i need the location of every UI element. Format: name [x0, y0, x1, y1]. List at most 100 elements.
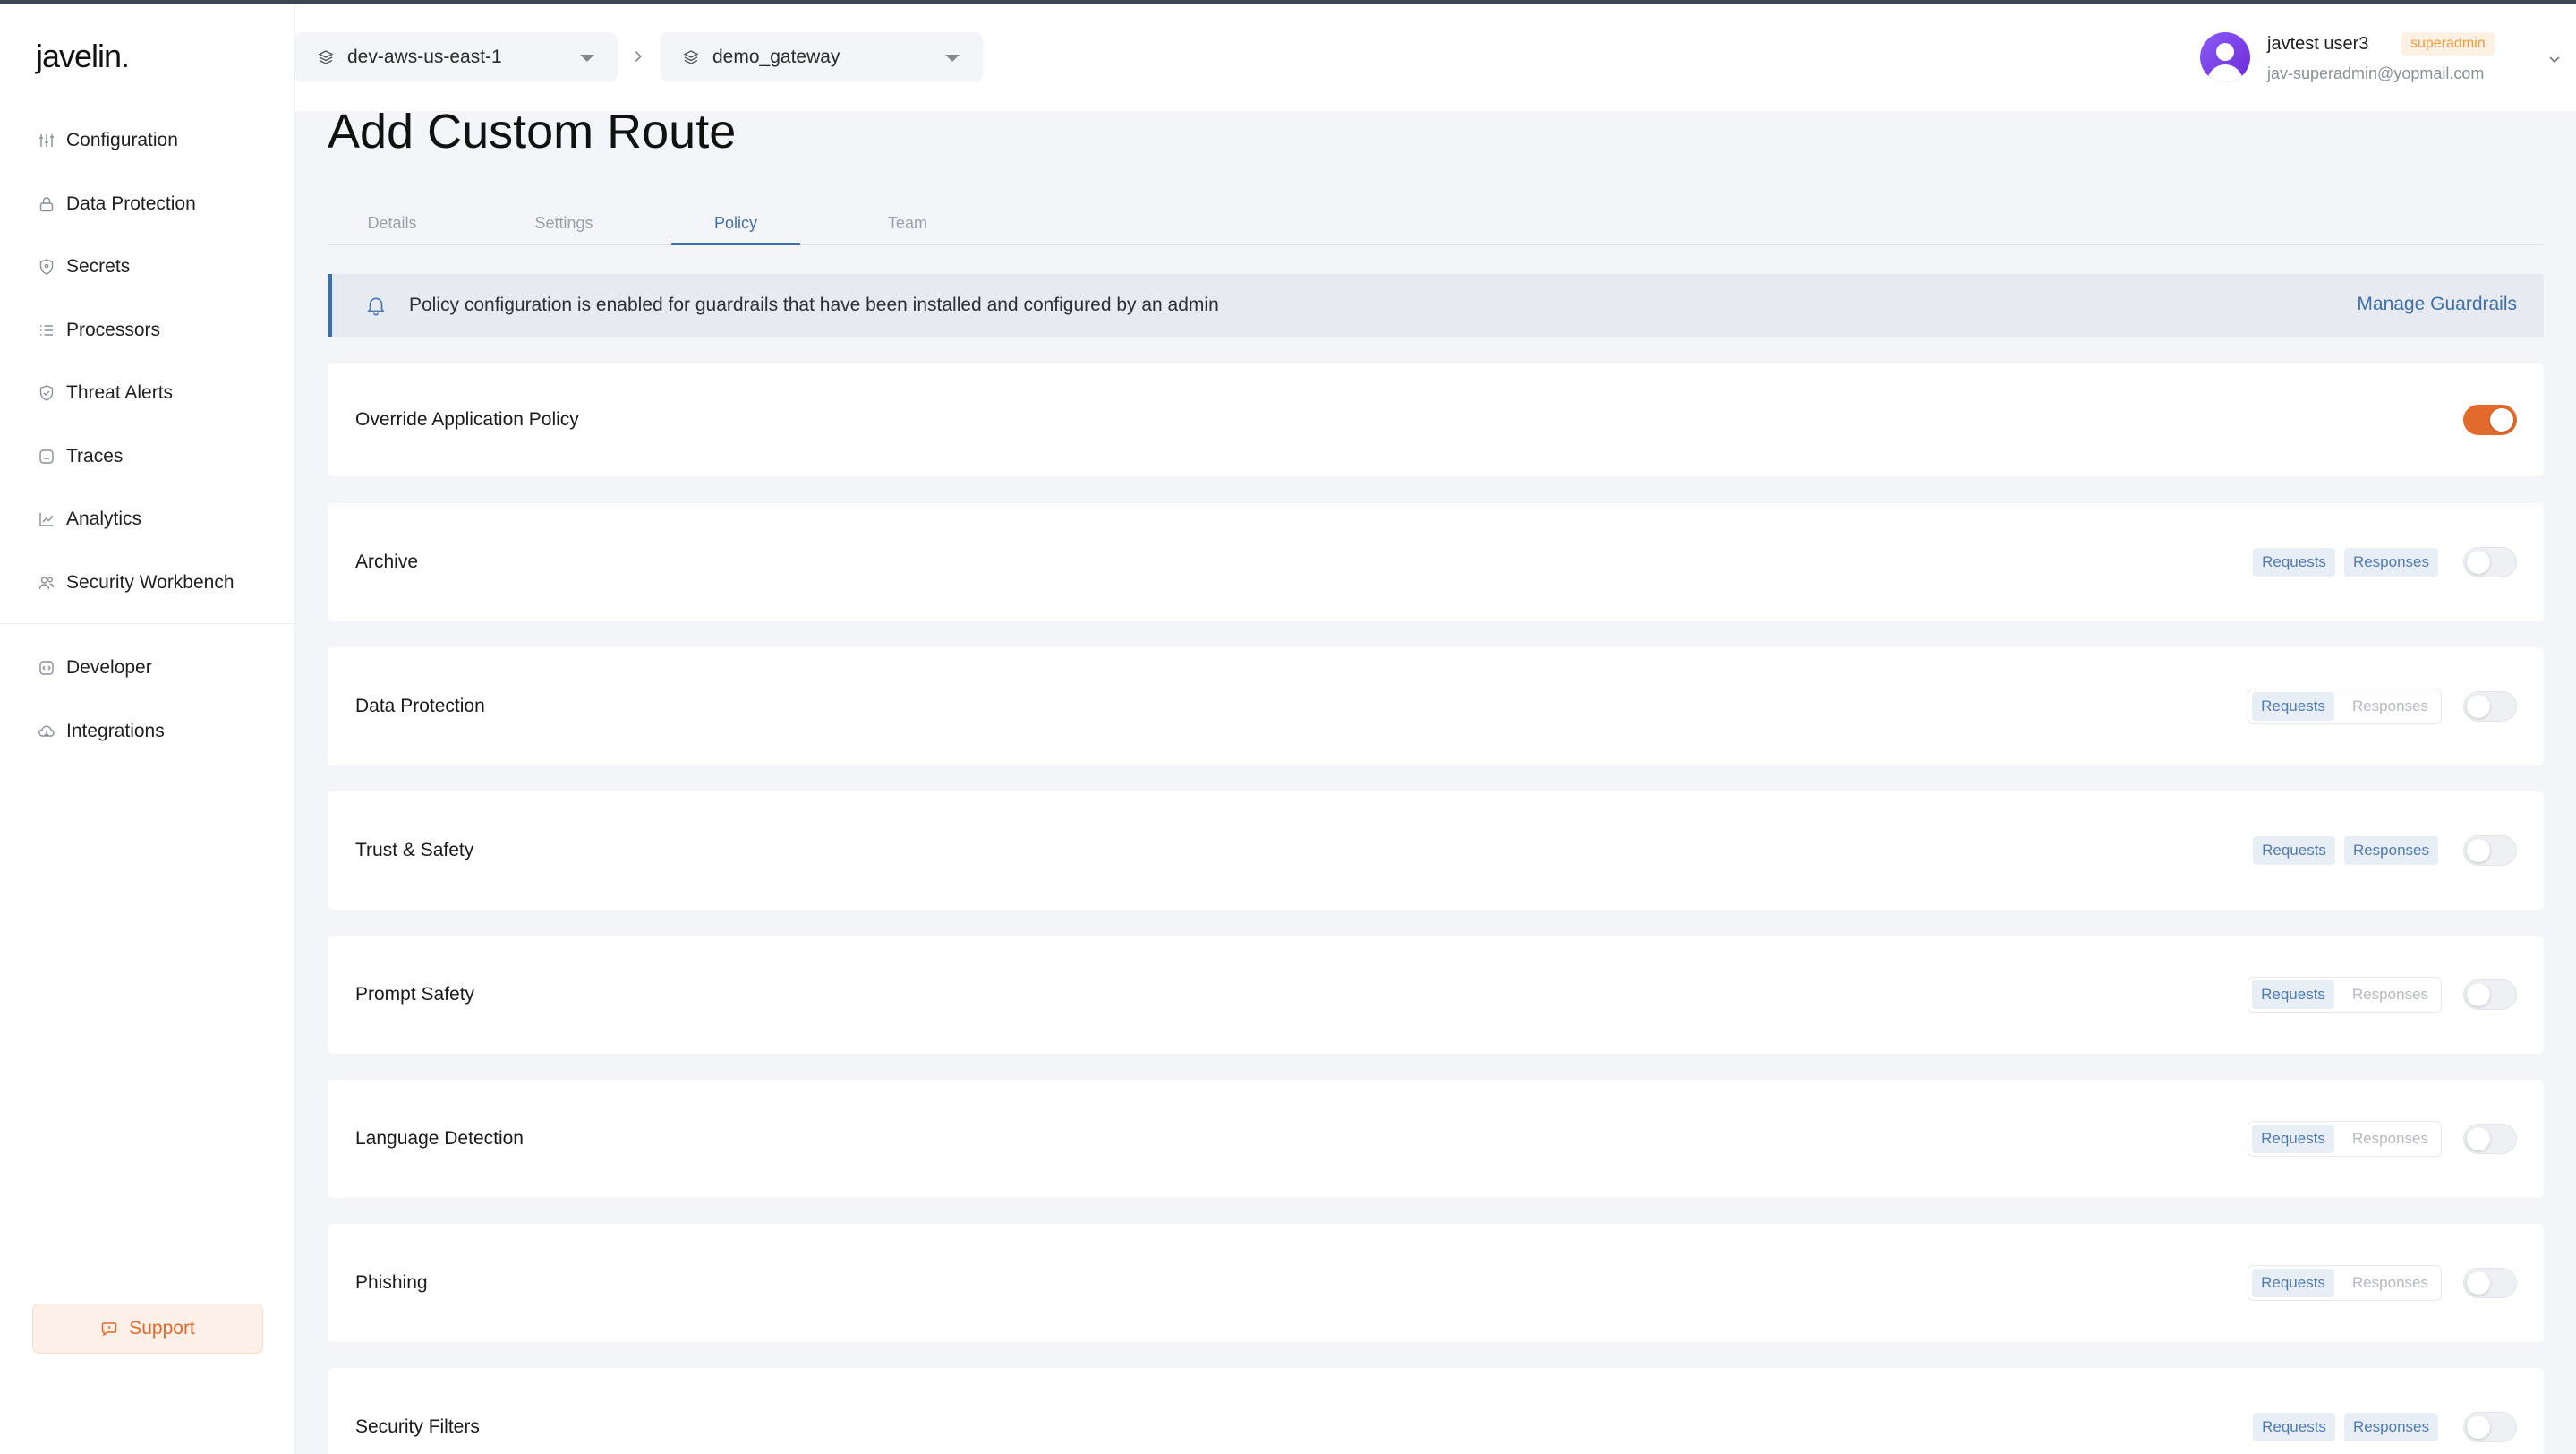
shield-icon: [38, 258, 55, 276]
banner-message: Policy configuration is enabled for guar…: [409, 295, 1219, 315]
page-title: Add Custom Route: [328, 105, 737, 158]
policy-card: Security Filters Requests Responses: [328, 1368, 2544, 1454]
user-email: jav-superadmin@yopmail.com: [2267, 64, 2485, 82]
policy-toggle[interactable]: [2463, 547, 2517, 577]
tab-details[interactable]: Details: [328, 197, 456, 245]
user-name: javtest user3: [2267, 34, 2369, 54]
responses-pill[interactable]: Responses: [2343, 548, 2438, 577]
support-label: Support: [129, 1318, 195, 1339]
sidebar-item-label: Configuration: [66, 130, 178, 151]
bell-icon: [367, 297, 385, 316]
responses-pill[interactable]: Responses: [2343, 836, 2438, 865]
list-icon: [38, 321, 55, 339]
environment-value: dev-aws-us-east-1: [347, 47, 502, 67]
policy-toggle[interactable]: [2463, 1412, 2517, 1442]
sidebar-item-configuration[interactable]: Configuration: [0, 109, 295, 173]
role-badge: superadmin: [2401, 32, 2495, 56]
cloud-icon: [38, 723, 55, 740]
requests-pill[interactable]: Requests: [2252, 1269, 2334, 1297]
policy-card: Data Protection Requests Responses: [328, 647, 2544, 765]
tab-team[interactable]: Team: [843, 197, 972, 245]
chat-icon: [101, 1322, 117, 1337]
requests-pill[interactable]: Requests: [2253, 548, 2335, 577]
sidebar-item-label: Traces: [66, 445, 124, 466]
policy-card: Language Detection Requests Responses: [328, 1080, 2544, 1198]
sidebar-item-label: Security Workbench: [66, 571, 235, 593]
chevron-right-icon: [635, 51, 642, 62]
tab-settings[interactable]: Settings: [499, 197, 628, 245]
direction-pills: Requests Responses: [2248, 689, 2442, 724]
policy-toggle[interactable]: [2463, 835, 2517, 866]
override-policy-label: Override Application Policy: [355, 409, 579, 430]
sidebar-item-label: Developer: [66, 657, 152, 679]
policy-card: Phishing Requests Responses: [328, 1224, 2544, 1342]
override-policy-card: Override Application Policy: [328, 364, 2544, 476]
grid-icon: [38, 132, 55, 150]
policy-toggle[interactable]: [2463, 691, 2517, 722]
sidebar-item-threat-alerts[interactable]: Threat Alerts: [0, 362, 295, 425]
sidebar-item-label: Threat Alerts: [66, 382, 174, 404]
policy-label: Language Detection: [355, 1128, 524, 1149]
chart-icon: [38, 510, 55, 528]
policy-toggle[interactable]: [2463, 1124, 2517, 1154]
manage-guardrails-link[interactable]: Manage Guardrails: [2357, 294, 2517, 315]
toggle-knob: [2467, 1271, 2490, 1295]
logo[interactable]: javelin.: [36, 38, 130, 75]
top-header: dev-aws-us-east-1 demo_gateway javtest u…: [295, 4, 2576, 111]
tab-bar: Details Settings Policy Team: [328, 197, 2544, 245]
sidebar-item-secrets[interactable]: Secrets: [0, 235, 295, 299]
layers-icon: [683, 50, 699, 64]
requests-pill[interactable]: Requests: [2252, 1125, 2334, 1153]
direction-pills: Requests Responses: [2249, 544, 2442, 580]
requests-pill[interactable]: Requests: [2252, 692, 2334, 721]
chevron-down-icon: [945, 55, 960, 62]
policy-label: Phishing: [355, 1272, 428, 1293]
direction-pills: Requests Responses: [2248, 1265, 2442, 1301]
override-policy-toggle[interactable]: [2463, 405, 2517, 435]
sidebar-divider: [0, 623, 295, 624]
sidebar-item-developer[interactable]: Developer: [0, 637, 295, 700]
environment-selector[interactable]: dev-aws-us-east-1: [295, 32, 618, 82]
layers-icon: [318, 50, 334, 64]
policy-label: Security Filters: [355, 1416, 480, 1437]
direction-pills: Requests Responses: [2249, 833, 2442, 868]
sidebar-item-analytics[interactable]: Analytics: [0, 488, 295, 552]
toggle-knob: [2467, 1127, 2490, 1150]
sidebar-item-processors[interactable]: Processors: [0, 299, 295, 363]
shield-check-icon: [38, 384, 55, 402]
responses-pill[interactable]: Responses: [2343, 692, 2437, 721]
tab-policy[interactable]: Policy: [671, 197, 800, 245]
toggle-knob: [2467, 839, 2490, 862]
sidebar-item-data-protection[interactable]: Data Protection: [0, 173, 295, 236]
sidebar-nav: Configuration Data Protection Secrets Pr…: [0, 109, 295, 763]
requests-pill[interactable]: Requests: [2253, 836, 2335, 865]
sidebar-item-label: Analytics: [66, 509, 142, 530]
sidebar-item-integrations[interactable]: Integrations: [0, 700, 295, 764]
toggle-knob: [2467, 983, 2490, 1006]
chevron-down-icon: [2549, 56, 2560, 64]
requests-pill[interactable]: Requests: [2252, 980, 2334, 1009]
responses-pill[interactable]: Responses: [2343, 980, 2437, 1009]
policy-toggle[interactable]: [2463, 1268, 2517, 1298]
toggle-knob: [2467, 551, 2490, 574]
gateway-selector[interactable]: demo_gateway: [661, 32, 983, 82]
policy-label: Data Protection: [355, 696, 485, 716]
policy-label: Trust & Safety: [355, 840, 474, 860]
info-banner: Policy configuration is enabled for guar…: [328, 274, 2544, 337]
sidebar-item-label: Secrets: [66, 256, 131, 278]
responses-pill[interactable]: Responses: [2343, 1269, 2437, 1297]
policy-card: Prompt Safety Requests Responses: [328, 936, 2544, 1054]
sidebar-item-traces[interactable]: Traces: [0, 425, 295, 489]
sidebar-item-label: Integrations: [66, 720, 165, 741]
responses-pill[interactable]: Responses: [2343, 1125, 2437, 1153]
lock-icon: [38, 195, 55, 213]
sidebar-item-security-workbench[interactable]: Security Workbench: [0, 552, 295, 615]
users-icon: [38, 574, 55, 592]
direction-pills: Requests Responses: [2248, 1121, 2442, 1157]
policy-toggle[interactable]: [2463, 979, 2517, 1010]
responses-pill[interactable]: Responses: [2343, 1413, 2438, 1441]
support-button[interactable]: Support: [32, 1304, 263, 1354]
user-menu[interactable]: javtest user3 superadmin jav-superadmin@…: [2200, 30, 2576, 88]
requests-pill[interactable]: Requests: [2253, 1413, 2335, 1441]
toggle-knob: [2467, 695, 2490, 718]
